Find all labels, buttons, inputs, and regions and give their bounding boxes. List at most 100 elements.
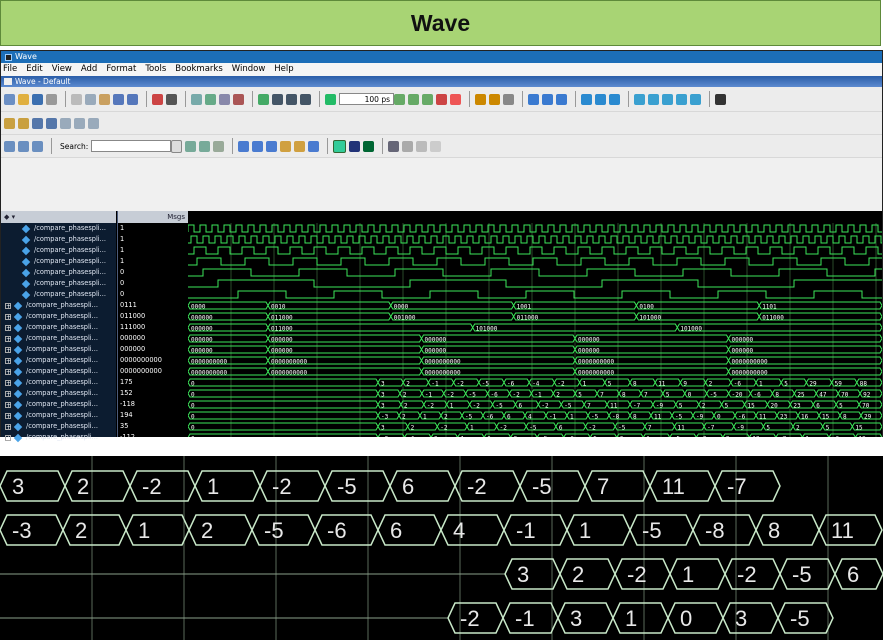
menu-edit[interactable]: Edit: [26, 63, 42, 76]
new-icon[interactable]: [4, 93, 15, 105]
run-all-icon[interactable]: [422, 93, 433, 105]
waveform-canvas[interactable]: 0000 0010 0000 1001 0100 1101000000 011000 0010…: [188, 223, 882, 437]
menu-file[interactable]: File: [3, 63, 17, 76]
break-icon[interactable]: [152, 93, 163, 105]
prev-falling-icon[interactable]: [32, 117, 43, 129]
delete-cursor-icon[interactable]: [18, 140, 29, 152]
format-logic-icon[interactable]: [349, 140, 361, 152]
run-length-icon[interactable]: [325, 93, 336, 105]
wave-style-2-icon[interactable]: [402, 140, 414, 152]
next-rising-icon[interactable]: [74, 117, 85, 129]
expand-icon[interactable]: +: [5, 434, 11, 441]
hand-icon[interactable]: [503, 93, 514, 105]
signal-row[interactable]: + /compare_phasespli...: [1, 300, 116, 311]
expand-icon[interactable]: +: [5, 313, 11, 320]
expand-icon[interactable]: +: [5, 368, 11, 375]
copy-icon[interactable]: [85, 93, 96, 105]
signal-row[interactable]: + /compare_phasespli...: [1, 366, 116, 377]
search-next-icon[interactable]: [185, 140, 197, 152]
wave-icon[interactable]: [634, 93, 645, 105]
menu-view[interactable]: View: [52, 63, 72, 76]
save-icon[interactable]: [32, 93, 43, 105]
redo-icon[interactable]: [127, 93, 138, 105]
paste-icon[interactable]: [99, 93, 110, 105]
expand-icon[interactable]: +: [5, 324, 11, 331]
signal-row[interactable]: /compare_phasespli...: [1, 245, 116, 256]
step-icon[interactable]: [475, 93, 486, 105]
run-icon[interactable]: [394, 93, 405, 105]
expand-icon[interactable]: +: [5, 379, 11, 386]
search-prev-icon[interactable]: [199, 140, 211, 152]
right-arrow-icon[interactable]: [300, 93, 311, 105]
layout-icon[interactable]: [595, 93, 606, 105]
next-falling-icon[interactable]: [46, 117, 57, 129]
expand-icon[interactable]: +: [5, 401, 11, 408]
signal-row[interactable]: + /compare_phasespli...: [1, 333, 116, 344]
expand-icon[interactable]: +: [5, 412, 11, 419]
prev-rising-icon[interactable]: [60, 117, 71, 129]
dock-icon[interactable]: [609, 93, 620, 105]
compile-icon[interactable]: [191, 93, 202, 105]
zoom-cursor-icon[interactable]: [280, 140, 292, 152]
expand-icon[interactable]: +: [5, 346, 11, 353]
step-in-icon[interactable]: [556, 93, 567, 105]
next-edge-icon[interactable]: [18, 117, 29, 129]
menu-bookmarks[interactable]: Bookmarks: [175, 63, 223, 76]
time-input[interactable]: 100 ps: [339, 93, 394, 105]
menu-add[interactable]: Add: [81, 63, 97, 76]
expand-icon[interactable]: +: [5, 335, 11, 342]
print-icon[interactable]: [46, 93, 57, 105]
source-icon[interactable]: [690, 93, 701, 105]
lock-cursor-icon[interactable]: [32, 140, 43, 152]
stop-icon[interactable]: [233, 93, 244, 105]
continue-icon[interactable]: [408, 93, 419, 105]
open-icon[interactable]: [18, 93, 29, 105]
insert-icon[interactable]: [258, 93, 269, 105]
wave-style-4-icon[interactable]: [430, 140, 442, 152]
signal-row[interactable]: /compare_phasespli...: [1, 256, 116, 267]
expand-icon[interactable]: +: [5, 302, 11, 309]
break-run-icon[interactable]: [436, 93, 447, 105]
dataflow-icon[interactable]: [662, 93, 673, 105]
format-event-icon[interactable]: [363, 140, 375, 152]
signal-row[interactable]: /compare_phasespli...: [1, 267, 116, 278]
compile-all-icon[interactable]: [205, 93, 216, 105]
signal-row[interactable]: + /compare_phasespli...: [1, 410, 116, 421]
signal-row[interactable]: + /compare_phasespli...: [1, 311, 116, 322]
menu-window[interactable]: Window: [232, 63, 266, 76]
signal-row[interactable]: /compare_phasespli...: [1, 278, 116, 289]
signal-row[interactable]: + /compare_phasespli...: [1, 322, 116, 333]
expand-icon[interactable]: +: [5, 423, 11, 430]
zoom-out-icon[interactable]: [252, 140, 264, 152]
stop-run-icon[interactable]: [450, 93, 461, 105]
signal-row[interactable]: + /compare_phasespli...: [1, 388, 116, 399]
signal-row[interactable]: + /compare_phasespli...: [1, 432, 116, 443]
select-cursor-icon[interactable]: [715, 93, 726, 105]
menu-format[interactable]: Format: [106, 63, 136, 76]
signal-row[interactable]: + /compare_phasespli...: [1, 355, 116, 366]
prev-edge-icon[interactable]: [4, 117, 15, 129]
list-icon[interactable]: [648, 93, 659, 105]
edge-icon[interactable]: [88, 117, 99, 129]
signal-row[interactable]: + /compare_phasespli...: [1, 421, 116, 432]
find-icon[interactable]: [166, 93, 177, 105]
memory-icon[interactable]: [676, 93, 687, 105]
zoom-in-icon[interactable]: [238, 140, 250, 152]
step-out-icon[interactable]: [542, 93, 553, 105]
insert-cursor-icon[interactable]: [4, 140, 15, 152]
signal-row[interactable]: /compare_phasespli...: [1, 289, 116, 300]
restart-icon[interactable]: [581, 93, 592, 105]
zoom-full-icon[interactable]: [266, 140, 278, 152]
left-arrow-icon[interactable]: [286, 93, 297, 105]
zoom-region-icon[interactable]: [294, 140, 306, 152]
up-arrow-icon[interactable]: [272, 93, 283, 105]
zoom-last-icon[interactable]: [308, 140, 320, 152]
signal-row[interactable]: + /compare_phasespli...: [1, 344, 116, 355]
search-dropdown-icon[interactable]: [171, 139, 183, 153]
signal-row[interactable]: + /compare_phasespli...: [1, 399, 116, 410]
step-over-icon[interactable]: [489, 93, 500, 105]
clear-search-icon[interactable]: [213, 140, 225, 152]
format-literal-icon[interactable]: [333, 139, 347, 153]
signal-row[interactable]: /compare_phasespli...: [1, 234, 116, 245]
signal-row[interactable]: /compare_phasespli...: [1, 223, 116, 234]
